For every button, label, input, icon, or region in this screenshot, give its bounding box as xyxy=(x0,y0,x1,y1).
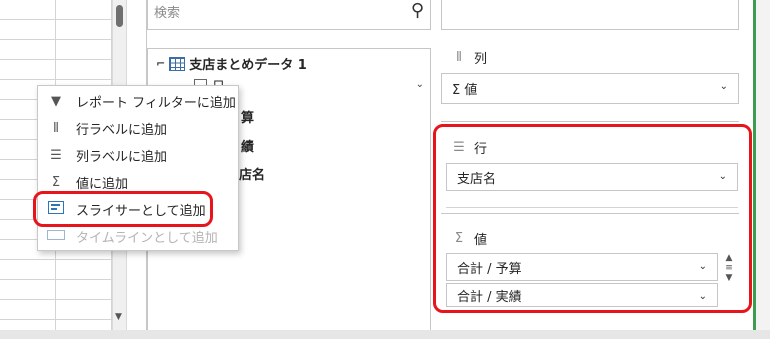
menu-item-add-to-row-labels[interactable]: ⦀ 行ラベルに追加 xyxy=(38,115,238,142)
menu-item-add-to-values[interactable]: Σ 値に追加 xyxy=(38,169,238,196)
menu-item-label: 値に追加 xyxy=(76,177,129,192)
rows-field-value: 支店名 xyxy=(457,171,497,187)
chevron-down-icon[interactable]: ⌄ xyxy=(416,79,424,90)
menu-item-label: レポート フィルターに追加 xyxy=(76,96,236,111)
columns-area-label: 列 xyxy=(474,52,488,67)
area-divider xyxy=(441,213,739,214)
collapse-icon[interactable]: ⌐ xyxy=(156,57,165,70)
area-divider xyxy=(441,121,739,122)
sheet-bottom-bar xyxy=(0,330,770,339)
values-field-value: 合計 / 実績 xyxy=(457,289,522,305)
table-icon xyxy=(169,56,186,71)
field-table-root[interactable]: ⌐ 支店まとめデータ 1 xyxy=(156,54,307,73)
slicer-icon xyxy=(46,201,66,218)
columns-field-dropdown[interactable]: Σ 値 ⌄ xyxy=(442,74,738,103)
values-scroll-arrows[interactable]: ▲ ≡ ▼ xyxy=(723,253,735,283)
pane-right-margin xyxy=(756,0,770,330)
search-placeholder: 検索 xyxy=(154,6,181,21)
timeline-icon xyxy=(46,229,66,244)
field-label-partial: 算 xyxy=(241,111,255,126)
search-icon[interactable]: ⚲ xyxy=(411,0,424,21)
rows-area-title: ☰ 行 xyxy=(452,138,487,157)
columns-area-title: ⦀ 列 xyxy=(452,48,487,67)
values-area-title: Σ 値 xyxy=(452,229,487,248)
menu-item-label: 行ラベルに追加 xyxy=(76,123,168,138)
column-label-icon: ☰ xyxy=(50,148,62,163)
filter-icon: ▼ xyxy=(51,94,61,109)
filter-area-box[interactable] xyxy=(441,0,739,30)
menu-item-add-as-timeline: タイムラインとして追加 xyxy=(38,223,238,250)
row-label-icon: ☰ xyxy=(453,140,465,155)
chevron-down-icon[interactable]: ⌄ xyxy=(699,261,707,272)
rows-field-dropdown[interactable]: 支店名 ⌄ xyxy=(446,163,738,191)
field-label-partial: 店名 xyxy=(239,168,266,183)
values-field-value: 合計 / 予算 xyxy=(457,261,522,277)
columns-area-box[interactable]: Σ 値 ⌄ xyxy=(441,73,739,104)
rows-area-label: 行 xyxy=(474,142,488,157)
field-label-partial: 績 xyxy=(241,140,255,155)
menu-item-add-to-report-filter[interactable]: ▼ レポート フィルターに追加 xyxy=(38,88,238,115)
menu-item-add-as-slicer[interactable]: スライサーとして追加 xyxy=(38,196,238,223)
menu-item-add-to-column-labels[interactable]: ☰ 列ラベルに追加 xyxy=(38,142,238,169)
values-field-dropdown[interactable]: 合計 / 予算 ⌄ xyxy=(446,253,718,281)
chevron-down-icon[interactable]: ⌄ xyxy=(699,291,707,302)
values-area-label: 値 xyxy=(474,233,488,248)
field-search-input[interactable]: 検索 ⚲ xyxy=(147,0,431,30)
context-menu: ▼ レポート フィルターに追加 ⦀ 行ラベルに追加 ☰ 列ラベルに追加 Σ 値に… xyxy=(37,85,239,251)
menu-item-label: スライサーとして追加 xyxy=(76,204,206,219)
sigma-icon: Σ xyxy=(51,175,61,190)
menu-item-label: タイムラインとして追加 xyxy=(76,231,218,246)
column-label-icon: ⦀ xyxy=(456,50,462,65)
menu-item-label: 列ラベルに追加 xyxy=(76,150,168,165)
rows-area-drop-zone[interactable] xyxy=(446,191,738,208)
columns-field-value: Σ 値 xyxy=(452,83,478,98)
chevron-down-icon[interactable]: ⌄ xyxy=(720,81,728,92)
scroll-down-arrow-icon[interactable]: ▼ xyxy=(115,312,122,322)
values-field-dropdown[interactable]: 合計 / 実績 ⌄ xyxy=(446,283,718,307)
row-label-icon: ⦀ xyxy=(53,121,59,136)
table-name: 支店まとめデータ 1 xyxy=(189,58,307,73)
sigma-icon: Σ xyxy=(454,231,464,246)
chevron-down-icon[interactable]: ⌄ xyxy=(719,171,727,182)
scrollbar-thumb[interactable] xyxy=(116,5,123,27)
